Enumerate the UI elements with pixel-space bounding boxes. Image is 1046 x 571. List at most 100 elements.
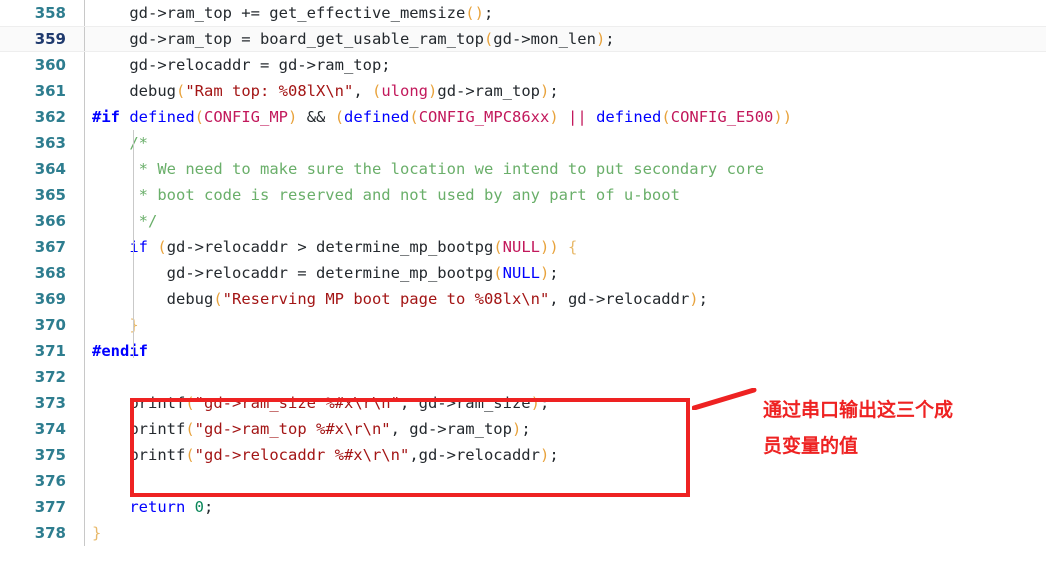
code-token: ): [549, 108, 559, 126]
code-text: #if defined(CONFIG_MP) && (defined(CONFI…: [66, 104, 792, 130]
code-line[interactable]: 372: [0, 364, 1046, 390]
code-lines-container: 358 gd->ram_top += get_effective_memsize…: [0, 0, 1046, 546]
code-line[interactable]: 360 gd->relocaddr = gd->ram_top;: [0, 52, 1046, 78]
code-token: CONFIG_MPC86xx: [418, 108, 550, 126]
code-text: printf("gd->ram_size %#x\r\n", gd->ram_s…: [66, 390, 549, 416]
gutter-divider: [84, 364, 85, 390]
code-text: return 0;: [66, 494, 213, 520]
line-number: 361: [34, 82, 66, 100]
code-token: ;: [605, 30, 615, 48]
code-token: ;: [483, 4, 494, 22]
code-line[interactable]: 377 return 0;: [0, 494, 1046, 520]
code-token: ;: [204, 498, 214, 516]
code-token: ,gd->relocaddr: [409, 446, 540, 464]
code-token: "gd->relocaddr %#x\r\n": [194, 446, 410, 464]
code-token: (: [409, 108, 419, 126]
code-line[interactable]: 371 #endif: [0, 338, 1046, 364]
gutter-divider: [84, 390, 85, 416]
code-text: #endif: [66, 338, 148, 364]
indent-guide: [133, 130, 134, 358]
gutter-divider: [84, 234, 85, 260]
gutter-divider: [84, 520, 85, 546]
code-line[interactable]: 366 */: [0, 208, 1046, 234]
code-text: debug("Ram top: %08lX\n", (ulong)gd->ram…: [66, 78, 559, 104]
annotation-text-line2: 员变量的值: [763, 435, 859, 457]
code-text: printf("gd->relocaddr %#x\r\n",gd->reloc…: [66, 442, 558, 468]
code-token: 0: [194, 498, 205, 516]
code-line[interactable]: 364 * We need to make sure the location …: [0, 156, 1046, 182]
code-text: gd->relocaddr = determine_mp_bootpg(NULL…: [66, 260, 559, 286]
code-token: gd->relocaddr = determine_mp_bootpg: [166, 264, 494, 282]
code-token: gd->ram_top += get_effective_memsize: [129, 4, 466, 22]
code-text: * We need to make sure the location we i…: [66, 156, 764, 182]
line-number: 360: [34, 56, 66, 74]
gutter-divider: [84, 286, 85, 312]
gutter-divider: [84, 130, 85, 156]
code-token: ): [539, 264, 550, 282]
code-line[interactable]: 361 debug("Ram top: %08lX\n", (ulong)gd-…: [0, 78, 1046, 104]
code-line[interactable]: 362 #if defined(CONFIG_MP) && (defined(CO…: [0, 104, 1046, 130]
code-line[interactable]: 368 gd->relocaddr = determine_mp_bootpg(…: [0, 260, 1046, 286]
code-token: , gd->relocaddr: [549, 290, 690, 308]
code-token: * boot code is reserved and not used by …: [138, 186, 680, 204]
code-line[interactable]: 359 gd->ram_top = board_get_usable_ram_t…: [0, 26, 1046, 52]
code-token: gd->ram_top: [437, 82, 541, 100]
code-line[interactable]: 378}: [0, 520, 1046, 546]
code-token: return: [129, 498, 186, 516]
gutter-divider: [84, 260, 85, 286]
line-number: 370: [34, 316, 66, 334]
code-editor[interactable]: 358 gd->ram_top += get_effective_memsize…: [0, 0, 1046, 571]
code-token: ): [539, 446, 550, 464]
code-token: (: [185, 446, 195, 464]
code-token: )): [773, 108, 793, 126]
code-token: ): [530, 394, 540, 412]
code-token: (: [176, 82, 186, 100]
code-line[interactable]: 363 /*: [0, 130, 1046, 156]
code-text: * boot code is reserved and not used by …: [66, 182, 680, 208]
code-token: ): [689, 290, 699, 308]
line-number: 377: [34, 498, 66, 516]
code-line[interactable]: 358 gd->ram_top += get_effective_memsize…: [0, 0, 1046, 26]
code-line[interactable]: 370 }: [0, 312, 1046, 338]
code-token: , gd->ram_size: [399, 394, 531, 412]
code-token: NULL: [502, 264, 540, 282]
code-token: printf: [129, 394, 186, 412]
code-text: gd->ram_top += get_effective_memsize();: [66, 0, 493, 26]
gutter-divider: [84, 442, 85, 468]
code-line[interactable]: 376: [0, 468, 1046, 494]
line-number: 367: [34, 238, 66, 256]
line-number: 358: [34, 4, 66, 22]
code-token: (: [185, 420, 195, 438]
gutter-divider: [84, 468, 85, 494]
code-token: ;: [549, 264, 559, 282]
code-token: */: [138, 212, 158, 230]
code-token: "gd->ram_top %#x\r\n": [194, 420, 391, 438]
code-line[interactable]: 369 debug("Reserving MP boot page to %08…: [0, 286, 1046, 312]
line-number: 364: [34, 160, 66, 178]
code-token: (: [334, 108, 345, 126]
code-token: (: [157, 238, 167, 256]
code-line[interactable]: 367 if (gd->relocaddr > determine_mp_boo…: [0, 234, 1046, 260]
code-line[interactable]: 365 * boot code is reserved and not used…: [0, 182, 1046, 208]
code-token: * We need to make sure the location we i…: [138, 160, 764, 178]
code-token: (: [661, 108, 671, 126]
code-token: #endif: [92, 342, 148, 360]
code-token: }: [92, 524, 102, 542]
code-token: (: [185, 394, 195, 412]
line-number: 371: [34, 342, 66, 360]
code-token: ;: [549, 82, 559, 100]
code-token: , gd->ram_top: [390, 420, 512, 438]
code-token: (: [372, 82, 382, 100]
